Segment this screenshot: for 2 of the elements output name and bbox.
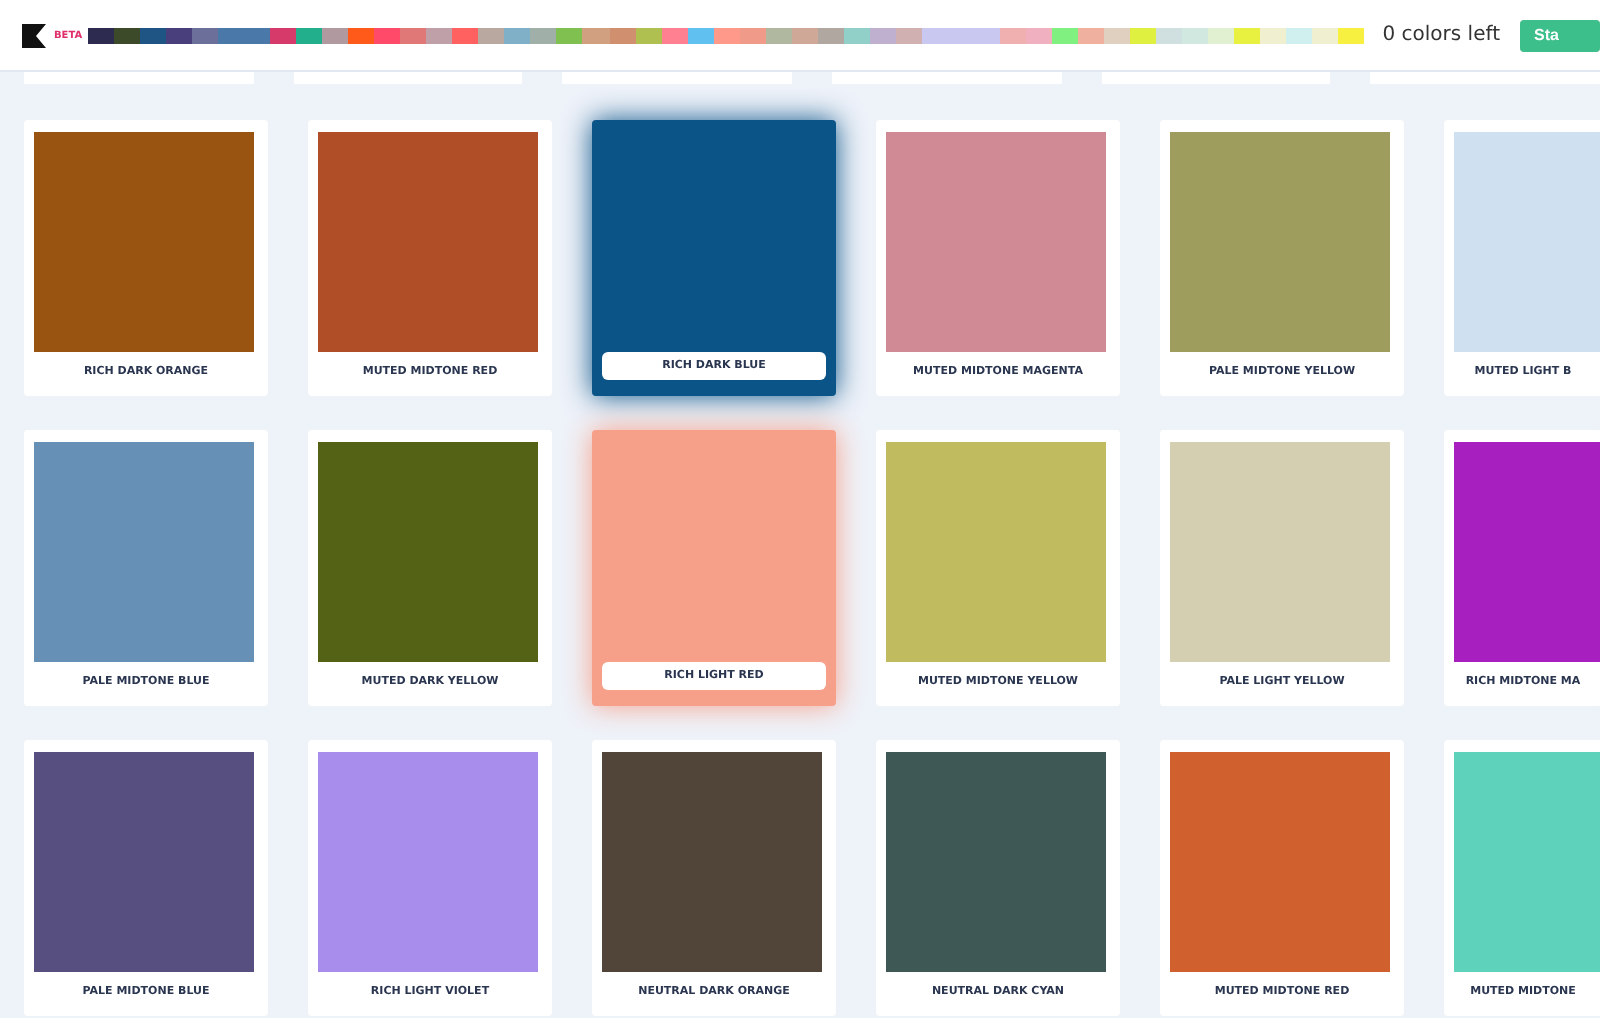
colors-left-counter: 0 colors left <box>1382 24 1500 46</box>
logo-icon <box>22 23 46 47</box>
